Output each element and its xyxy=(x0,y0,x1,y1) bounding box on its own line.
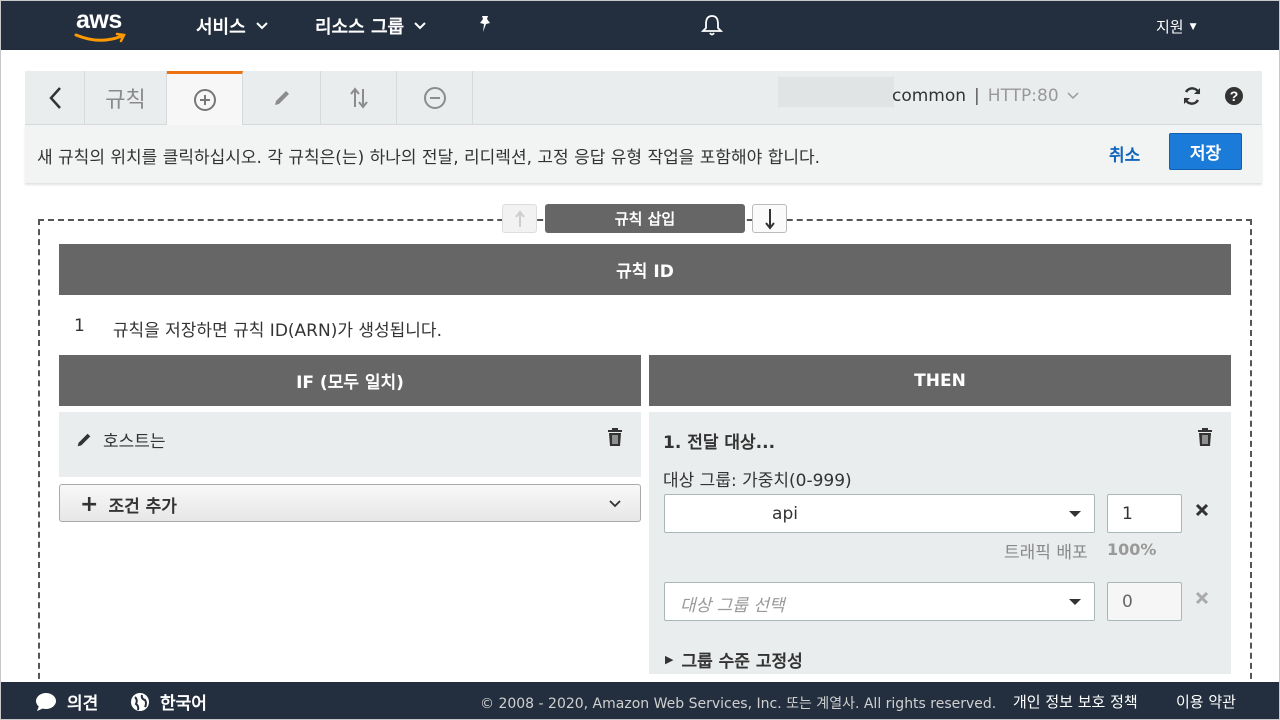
support-label: 지원 xyxy=(1156,18,1184,36)
copyright-text: © 2008 - 2020, Amazon Web Services, Inc.… xyxy=(480,696,997,712)
caret-down-icon: ▼ xyxy=(1189,21,1197,32)
rule-id-header: 규칙 ID xyxy=(59,244,1231,295)
trash-icon[interactable] xyxy=(607,427,623,447)
insert-rule-label: 규칙 삽입 xyxy=(545,204,745,233)
svg-text:?: ? xyxy=(1230,88,1239,104)
plus-circle-icon xyxy=(193,88,216,111)
condition-host-header[interactable]: 호스트는 xyxy=(75,427,166,452)
insert-rule-below-button[interactable] xyxy=(752,204,787,233)
weight-input[interactable]: 1 xyxy=(1107,494,1182,533)
action-title: 1. 전달 대상... xyxy=(663,433,776,453)
globe-icon xyxy=(131,692,149,711)
remove-icon[interactable] xyxy=(1195,591,1209,605)
caret-down-icon xyxy=(1069,599,1081,605)
chevron-down-icon xyxy=(1067,92,1079,100)
arrow-up-icon xyxy=(514,209,525,227)
support-menu[interactable]: 지원 ▼ xyxy=(1156,16,1197,37)
feedback-link[interactable]: 의견 xyxy=(35,689,98,714)
save-button[interactable]: 저장 xyxy=(1169,133,1242,170)
feedback-label: 의견 xyxy=(67,694,99,714)
traffic-distribution-value: 100% xyxy=(1107,540,1157,559)
rule-id-note: 규칙을 저장하면 규칙 ID(ARN)가 생성됩니다. xyxy=(112,321,442,341)
listener-name: common xyxy=(892,86,967,106)
privacy-policy-link[interactable]: 개인 정보 보호 정책 xyxy=(1013,691,1138,712)
toolbar-title: 규칙 xyxy=(85,71,167,125)
target-group-select[interactable]: 대상 그룹 선택 xyxy=(664,582,1095,621)
terms-of-use-link[interactable]: 이용 약관 xyxy=(1176,691,1236,712)
footer: 의견 한국어 © 2008 - 2020, Amazon Web Service… xyxy=(0,682,1280,720)
target-group-value: api xyxy=(772,504,798,524)
aws-smile-icon xyxy=(74,32,126,43)
condition-label: 호스트는 xyxy=(103,432,166,452)
resource-groups-label: 리소스 그룹 xyxy=(315,17,405,38)
caret-down-icon xyxy=(1069,511,1081,517)
insert-rule-above-button[interactable] xyxy=(502,204,537,233)
chevron-left-icon xyxy=(48,87,61,109)
add-condition-label: 조건 추가 xyxy=(108,497,177,517)
add-condition-button[interactable]: + 조건 추가 xyxy=(59,484,641,522)
target-group-weight-label: 대상 그룹: 가중치(0-999) xyxy=(663,471,852,491)
speech-bubble-icon xyxy=(36,692,56,711)
chevron-down-icon xyxy=(414,22,426,30)
aws-logo[interactable]: aws xyxy=(74,6,134,44)
instruction-message: 새 규칙의 위치를 클릭하십시오. 각 규칙은(는) 하나의 전달, 리디렉션,… xyxy=(37,148,821,168)
if-header: IF (모두 일치) xyxy=(59,355,641,406)
reorder-rules-tab[interactable] xyxy=(321,71,397,125)
listener-selector[interactable]: common | HTTP:80 xyxy=(892,86,1079,106)
pencil-icon xyxy=(274,91,289,105)
pencil-icon xyxy=(77,433,91,446)
edit-rule-tab[interactable] xyxy=(243,71,321,125)
reorder-arrows-icon xyxy=(349,87,368,109)
refresh-icon[interactable] xyxy=(1181,85,1203,107)
listener-separator: | xyxy=(974,86,980,106)
plus-icon: + xyxy=(80,491,99,517)
traffic-distribution-label: 트래픽 배포 xyxy=(1004,543,1088,563)
target-group-placeholder: 대상 그룹 선택 xyxy=(680,596,785,616)
help-icon[interactable]: ? xyxy=(1223,85,1245,107)
rule-priority: 1 xyxy=(74,316,85,336)
cancel-button[interactable]: 취소 xyxy=(1109,141,1140,166)
listener-protocol: HTTP:80 xyxy=(987,86,1059,106)
services-menu[interactable]: 서비스 xyxy=(196,13,268,39)
action-card: 1. 전달 대상... 대상 그룹: 가중치(0-999) api 1 트래픽 … xyxy=(649,412,1231,674)
back-button[interactable] xyxy=(25,71,85,125)
remove-icon[interactable] xyxy=(1195,503,1209,517)
bell-icon[interactable] xyxy=(701,13,723,37)
add-condition-content: + 조건 추가 xyxy=(80,492,177,517)
instruction-bar: 새 규칙의 위치를 클릭하십시오. 각 규칙은(는) 하나의 전달, 리디렉션,… xyxy=(25,125,1262,183)
aws-logo-text: aws xyxy=(76,6,122,34)
redacted-load-balancer-name xyxy=(778,77,894,107)
group-stickiness-label: 그룹 수준 고정성 xyxy=(681,652,803,672)
arrow-down-icon xyxy=(764,208,775,230)
caret-right-icon: ▶ xyxy=(665,653,674,666)
language-selector[interactable]: 한국어 xyxy=(130,689,207,714)
add-rule-tab[interactable] xyxy=(167,71,243,125)
then-header: THEN xyxy=(649,355,1231,406)
minus-circle-icon xyxy=(423,87,446,109)
group-stickiness-toggle[interactable]: ▶ 그룹 수준 고정성 xyxy=(665,647,803,672)
weight-input[interactable]: 0 xyxy=(1107,582,1182,621)
top-navigation: aws 서비스 리소스 그룹 지원 ▼ xyxy=(0,0,1280,50)
condition-card[interactable]: 호스트는 xyxy=(59,412,641,477)
chevron-down-icon xyxy=(255,22,268,30)
target-group-select[interactable]: api xyxy=(664,494,1095,533)
pin-icon[interactable] xyxy=(477,15,493,33)
language-label: 한국어 xyxy=(160,694,207,714)
resource-groups-menu[interactable]: 리소스 그룹 xyxy=(315,13,426,39)
delete-rule-tab[interactable] xyxy=(397,71,473,125)
trash-icon[interactable] xyxy=(1197,427,1213,447)
services-label: 서비스 xyxy=(196,17,246,38)
chevron-down-icon xyxy=(609,500,621,508)
rules-toolbar: 규칙 common | HTTP:80 ? xyxy=(25,71,1262,125)
rule-id-row: 1 규칙을 저장하면 규칙 ID(ARN)가 생성됩니다. xyxy=(74,316,442,341)
